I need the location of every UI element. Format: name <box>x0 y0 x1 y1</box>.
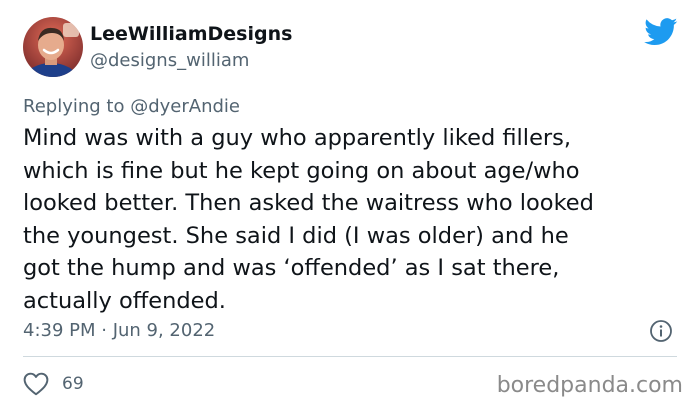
like-count: 69 <box>62 374 84 394</box>
replying-to-label: Replying to <box>23 96 125 117</box>
like-button[interactable]: 69 <box>23 372 84 396</box>
author-handle[interactable]: @designs_william <box>90 50 249 72</box>
heart-icon <box>23 372 49 396</box>
tweet-text-line: Mind was with a guy who apparently liked… <box>23 125 572 151</box>
tweet-text-line: the youngest. She said I did (I was olde… <box>23 222 569 249</box>
tweet-text-line: actually offended. <box>23 287 226 314</box>
reply-mention-link[interactable]: @dyerAndie <box>130 96 240 117</box>
tweet-text-line: got the hump and was ‘offended’ as I sat… <box>23 255 560 281</box>
avatar[interactable] <box>23 17 83 77</box>
twitter-bird-icon[interactable] <box>644 18 678 46</box>
divider <box>23 356 677 357</box>
watermark: boredpanda.com <box>496 373 683 398</box>
tweet-timestamp[interactable]: 4:39 PM · Jun 9, 2022 <box>23 320 215 342</box>
tweet-text-line: looked better. Then asked the waitress w… <box>23 190 594 216</box>
tweet-text-line: which is fine but he kept going on about… <box>23 157 580 184</box>
info-icon[interactable] <box>649 319 673 343</box>
replying-to: Replying to @dyerAndie <box>23 96 240 118</box>
tweet-text: Mind was with a guy who apparently liked… <box>23 122 688 317</box>
author-display-name[interactable]: LeeWilliamDesigns <box>90 22 292 46</box>
tweet-card: LeeWilliamDesigns @designs_william Reply… <box>0 0 700 410</box>
avatar-photo <box>23 17 83 77</box>
